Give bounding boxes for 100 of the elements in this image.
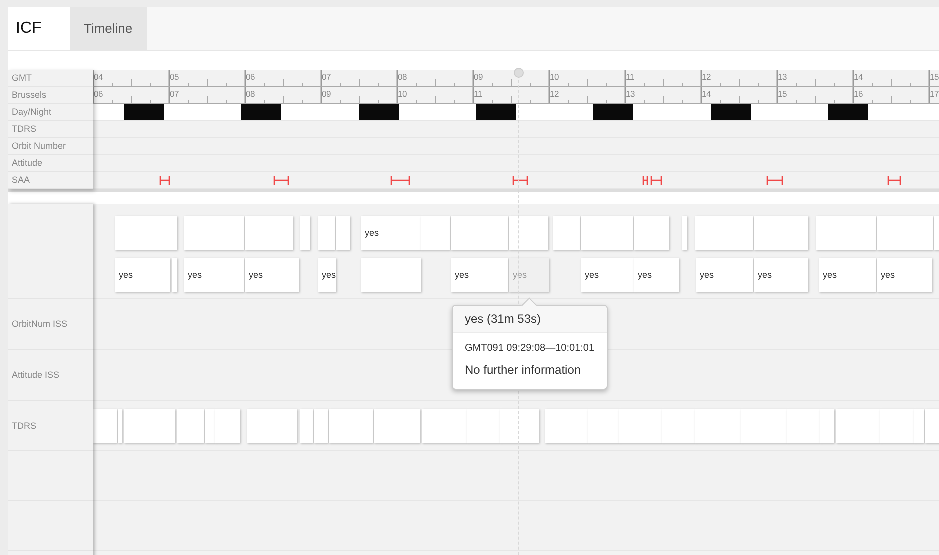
timeline-block[interactable] xyxy=(880,409,914,443)
hour-label: 05 xyxy=(170,72,180,82)
timeline-block[interactable]: yes xyxy=(819,258,876,292)
night-period xyxy=(828,104,868,120)
saa-marker xyxy=(390,176,410,185)
timeline-block[interactable] xyxy=(421,216,450,250)
tooltip-title: yes (31m 53s) xyxy=(453,306,607,333)
night-period xyxy=(593,104,633,120)
timeline-block[interactable] xyxy=(247,409,297,443)
timeline-block[interactable] xyxy=(118,409,122,443)
timeline-block[interactable] xyxy=(509,216,548,250)
hour-label: 13 xyxy=(778,72,788,82)
timeline-block[interactable] xyxy=(172,258,177,292)
hour-label: 08 xyxy=(246,89,256,99)
timeline-block[interactable] xyxy=(741,409,787,443)
timeline-block[interactable] xyxy=(662,409,695,443)
hour-label: 11 xyxy=(626,72,634,82)
hour-label: 15 xyxy=(930,72,939,82)
saa-marker xyxy=(642,176,648,185)
cursor-handle[interactable] xyxy=(514,68,524,78)
timeline-block[interactable] xyxy=(215,409,240,443)
timeline-block[interactable] xyxy=(93,409,117,443)
night-period xyxy=(241,104,281,120)
timeline-block[interactable] xyxy=(619,409,662,443)
timeline-block[interactable]: yes xyxy=(318,258,336,292)
timeline-block[interactable] xyxy=(816,216,876,250)
timeline-block[interactable]: yes xyxy=(184,258,244,292)
timeline-block[interactable] xyxy=(787,409,820,443)
timeline-block[interactable]: yes xyxy=(634,258,679,292)
timeline-block[interactable] xyxy=(184,216,244,250)
timeline-block[interactable] xyxy=(581,216,633,250)
timeline-block[interactable] xyxy=(318,216,335,250)
timeline-block[interactable] xyxy=(245,216,293,250)
timeline-block[interactable] xyxy=(754,216,808,250)
row-label: OrbitNum ISS xyxy=(12,319,68,329)
timeline-block[interactable] xyxy=(553,216,580,250)
hour-label: 06 xyxy=(246,72,256,82)
night-period xyxy=(711,104,751,120)
timeline-block[interactable] xyxy=(124,409,175,443)
timeline-block[interactable] xyxy=(300,409,313,443)
timeline-block[interactable] xyxy=(836,409,880,443)
hour-label: 11 xyxy=(474,89,482,99)
timeline-block[interactable]: yes xyxy=(754,258,808,292)
night-period xyxy=(359,104,399,120)
timeline-block[interactable]: yes xyxy=(877,258,932,292)
saa-marker xyxy=(160,176,170,185)
timeline-block[interactable] xyxy=(820,409,834,443)
hour-label: 17 xyxy=(930,89,939,99)
saa-marker xyxy=(888,176,902,185)
row-label: TDRS xyxy=(8,121,93,138)
row-label: Attitude xyxy=(8,155,93,172)
hour-label: 13 xyxy=(626,89,636,99)
timeline-block[interactable] xyxy=(115,216,177,250)
hour-label: 07 xyxy=(170,89,180,99)
timeline-block[interactable] xyxy=(329,409,373,443)
timeline-block[interactable]: yes xyxy=(361,216,421,250)
time-range: GMT091 09:29:08—10:01:01 xyxy=(464,342,596,354)
timeline-block[interactable]: yes xyxy=(581,258,634,292)
hour-label: 10 xyxy=(398,89,408,99)
timeline-block[interactable] xyxy=(374,409,420,443)
timeline-block[interactable]: yes xyxy=(696,258,753,292)
night-period xyxy=(476,104,516,120)
night-period xyxy=(124,104,164,120)
hour-label: 14 xyxy=(854,72,864,82)
timeline-block[interactable] xyxy=(361,258,421,292)
row-label: Orbit Number xyxy=(8,138,93,155)
hour-label: 09 xyxy=(322,89,332,99)
hour-label: 09 xyxy=(474,72,484,82)
timeline-block[interactable] xyxy=(634,216,669,250)
timeline-block[interactable] xyxy=(467,409,500,443)
saa-marker xyxy=(650,176,662,185)
timeline-block[interactable] xyxy=(877,216,933,250)
timeline-block[interactable] xyxy=(588,409,619,443)
timeline-block[interactable] xyxy=(300,216,310,250)
timeline-block[interactable] xyxy=(336,216,350,250)
row-label: Attitude ISS xyxy=(12,370,60,380)
timeline-tab[interactable]: Timeline xyxy=(70,7,147,50)
tooltip-info: No further information xyxy=(464,362,582,377)
hour-label: 07 xyxy=(322,72,332,82)
hour-label: 10 xyxy=(550,72,560,82)
timeline-block[interactable] xyxy=(177,409,204,443)
timeline-block[interactable] xyxy=(422,409,467,443)
timeline-block[interactable]: yes xyxy=(245,258,299,292)
timeline-block[interactable]: yes xyxy=(451,258,508,292)
timeline-block[interactable]: yes xyxy=(115,258,170,292)
timeline-block[interactable] xyxy=(682,216,687,250)
timeline-block[interactable] xyxy=(205,409,215,443)
saa-marker xyxy=(274,176,290,185)
timeline-block[interactable] xyxy=(314,409,328,443)
timeline-block[interactable] xyxy=(914,409,924,443)
hour-label: 12 xyxy=(550,89,560,99)
row-label: GMT xyxy=(8,70,93,87)
hour-label: 12 xyxy=(702,72,712,82)
timeline-block[interactable] xyxy=(695,409,741,443)
timeline-block[interactable] xyxy=(695,216,753,250)
hour-label: 15 xyxy=(778,89,788,99)
row-label: Brussels xyxy=(8,87,93,104)
timeline-block[interactable] xyxy=(451,216,508,250)
timeline-block[interactable] xyxy=(545,409,588,443)
timeline-block[interactable] xyxy=(500,409,539,443)
